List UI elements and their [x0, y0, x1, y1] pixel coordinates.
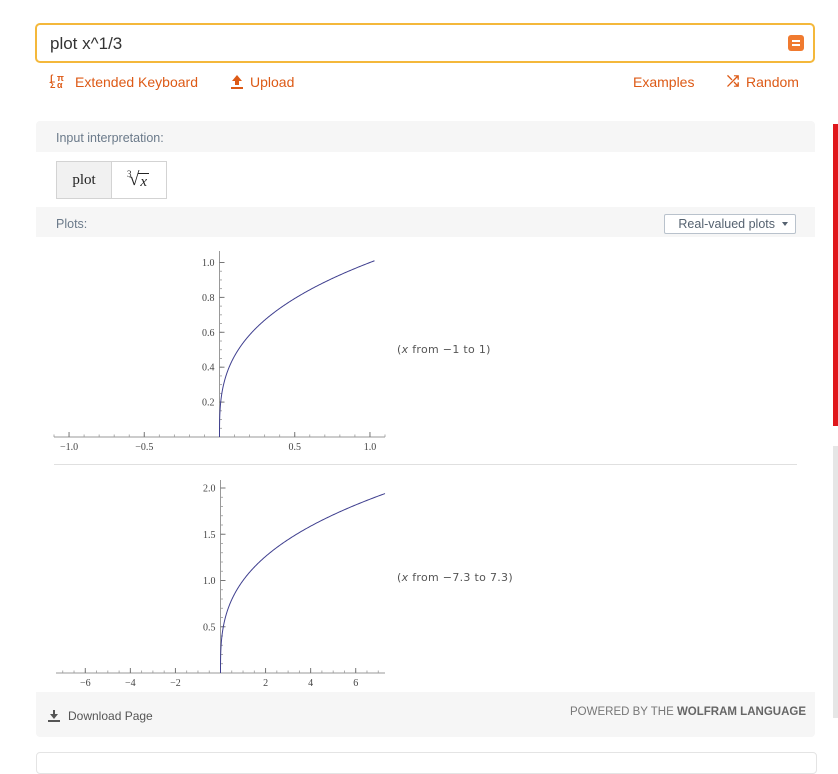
p1-y-tick-label: 0.4 — [202, 363, 215, 374]
interpretation-box: plot 3 √ x — [56, 161, 167, 199]
root-variable: x — [138, 172, 150, 190]
shuffle-icon: ⤮ — [727, 73, 740, 90]
grid-icon — [612, 75, 626, 89]
p1-x-tick-label: −1.0 — [60, 442, 78, 453]
p2-x-tick-label: −6 — [80, 678, 91, 689]
p2-x-tick-label: 4 — [308, 678, 313, 689]
powered-by[interactable]: POWERED BY THE WOLFRAM LANGUAGE — [570, 706, 806, 718]
equals-icon[interactable] — [788, 35, 804, 51]
p1-y-tick-label: 0.8 — [202, 293, 215, 304]
download-page-label: Download Page — [68, 709, 153, 723]
plot-2-range: (x from −7.3 to 7.3) — [397, 571, 513, 584]
next-result-card — [36, 752, 817, 774]
examples-button[interactable]: Examples — [612, 72, 694, 92]
p2-y-tick-label: 0.5 — [203, 622, 216, 633]
plot-1-range-text: from −1 to 1) — [408, 343, 491, 356]
search-input[interactable]: plot x^1/3 — [50, 34, 122, 54]
sidebar-panel-edge — [833, 446, 838, 718]
upload-button[interactable]: Upload — [231, 72, 294, 92]
keyboard-icon: ∫ π Σα — [50, 73, 64, 90]
plot-2: −6 −4 −2 2 4 6 0.5 1.0 1.5 2.0 — [56, 480, 386, 689]
p2-y-tick-label: 1.0 — [203, 576, 216, 587]
p2-x-tick-label: −2 — [170, 678, 181, 689]
real-valued-plots-dropdown[interactable]: Real-valued plots — [664, 214, 796, 234]
cube-root-expression: 3 √ x — [112, 162, 166, 198]
p2-x-tick-label: −4 — [125, 678, 136, 689]
plots-pod: −1.0 −0.5 0.5 1.0 0.2 0.4 0.6 0.8 1.0 (x from −1… — [36, 237, 815, 692]
plot-1-range: (x from −1 to 1) — [397, 343, 491, 356]
plots-header: Plots: — [56, 217, 88, 231]
plot-1-curve — [219, 260, 375, 437]
p2-y-tick-label: 2.0 — [203, 484, 216, 495]
plot-2-range-text: from −7.3 to 7.3) — [408, 571, 513, 584]
p1-x-tick-label: −0.5 — [135, 442, 153, 453]
plot-2-curve — [220, 493, 386, 673]
plot-1: −1.0 −0.5 0.5 1.0 0.2 0.4 0.6 0.8 1.0 — [53, 251, 386, 453]
p1-y-tick-label: 1.0 — [202, 258, 215, 269]
download-page-button[interactable]: Download Page — [48, 709, 153, 723]
plot-divider — [54, 464, 797, 465]
random-button[interactable]: ⤮ Random — [727, 72, 799, 92]
download-icon — [48, 710, 60, 722]
extended-keyboard-label: Extended Keyboard — [75, 74, 198, 90]
p1-y-tick-label: 0.2 — [202, 398, 215, 409]
p2-y-tick-label: 1.5 — [203, 530, 216, 541]
upload-icon — [231, 75, 243, 89]
p2-x-tick-label: 2 — [263, 678, 268, 689]
p1-x-tick-label: 0.5 — [288, 442, 301, 453]
search-bar[interactable]: plot x^1/3 — [35, 23, 815, 63]
extended-keyboard-button[interactable]: ∫ π Σα Extended Keyboard — [50, 72, 198, 92]
powered-prefix: POWERED BY THE — [570, 706, 677, 718]
input-interpretation-pod: plot 3 √ x — [36, 152, 815, 207]
sidebar-accent-bar — [833, 124, 838, 426]
random-label: Random — [746, 74, 799, 90]
upload-label: Upload — [250, 74, 295, 90]
input-interpretation-header: Input interpretation: — [56, 131, 164, 145]
p1-x-tick-label: 1.0 — [364, 442, 377, 453]
p1-y-tick-label: 0.6 — [202, 328, 215, 339]
root-index: 3 — [127, 169, 132, 179]
interpretation-word: plot — [57, 162, 112, 198]
powered-brand: WOLFRAM LANGUAGE — [676, 706, 806, 718]
examples-label: Examples — [633, 74, 695, 90]
results-panel: Input interpretation: plot 3 √ x Plots: … — [36, 121, 815, 737]
p2-x-tick-label: 6 — [353, 678, 358, 689]
